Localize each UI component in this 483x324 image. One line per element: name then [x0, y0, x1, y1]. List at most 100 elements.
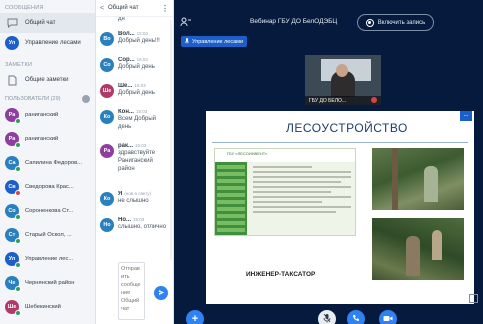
user-list-item[interactable]: Со Сороненкова Ст... [0, 199, 95, 223]
user-list-item[interactable]: Ра раниганский [0, 103, 95, 127]
notes-section-title: ЗАМЕТКИ [5, 62, 33, 68]
website-name: ГБУ «ЛЕСОИНВЕНТ» [227, 151, 268, 156]
back-icon[interactable]: < [100, 5, 108, 12]
user-list-item[interactable]: Ул Управление лес... [0, 247, 95, 271]
phone-icon [352, 314, 360, 324]
user-name: Шебекинский [25, 304, 61, 310]
avatar: Ше [5, 300, 21, 316]
avatar-initials: Са [8, 160, 16, 166]
forester-figure [424, 166, 438, 202]
record-icon [365, 18, 374, 27]
message-text: дя [118, 17, 125, 22]
status-indicator [15, 166, 21, 172]
microphone-icon [323, 313, 331, 324]
avatar: Но [100, 218, 114, 232]
chat-message: дя [100, 17, 172, 30]
users-icon[interactable] [180, 17, 194, 27]
status-indicator [15, 190, 21, 196]
forest-photo [372, 148, 464, 210]
avatar-initials: Ул [8, 40, 16, 46]
webcam-name: ГБУ ДО БЕЛО... [309, 97, 347, 104]
message-text: не слышно [118, 198, 149, 204]
message-time: 15:03 [134, 83, 146, 88]
avatar-initials: Св [8, 184, 16, 190]
chat-message: Ко Кон... 15:03 Всем Добрый день [100, 109, 172, 131]
chat-message: Со Сор... 15:03 Добрый день [100, 57, 172, 72]
avatar: Ул [5, 252, 21, 268]
chat-message-input[interactable] [118, 262, 145, 320]
chat-scrollbar[interactable] [170, 20, 172, 260]
microphone-button[interactable] [318, 310, 336, 324]
record-label: Включить запись [377, 19, 426, 26]
user-list-item[interactable]: Са Сапилина Федоров... [0, 151, 95, 175]
avatar-initials: Ко [103, 114, 111, 120]
avatar-initials: Со [8, 208, 16, 214]
avatar-initials: Ра [103, 148, 111, 154]
more-options-icon[interactable]: ⋮ [161, 4, 169, 13]
webcam-person-head [336, 64, 348, 77]
status-indicator [15, 214, 21, 220]
tree-trunk [392, 148, 398, 210]
avatar-initials: Ст [8, 232, 16, 238]
slide-title: ЛЕСОУСТРОЙСТВО [286, 121, 408, 135]
message-body: дя [118, 17, 170, 30]
message-body: Кон... 15:03 Всем Добрый день [118, 109, 170, 131]
message-time: (нов а свету) [124, 191, 151, 196]
sidebar-item-label: Общие заметки [25, 77, 69, 83]
message-body: Я (нов а свету) не слышно [118, 191, 170, 206]
avatar: Че [5, 276, 21, 292]
send-icon [158, 289, 165, 298]
message-time: 15:03 [136, 31, 148, 36]
start-recording-button[interactable]: Включить запись [357, 14, 434, 31]
fullscreen-icon[interactable] [469, 294, 478, 303]
actions-button[interactable]: + [186, 310, 204, 324]
gear-icon[interactable] [82, 95, 90, 103]
avatar-initials: Ра [8, 112, 16, 118]
users-section-header: ПОЛЬЗОВАТЕЛИ (29) [0, 90, 95, 103]
messages-section-title: СООБЩЕНИЯ [5, 5, 44, 11]
status-indicator [15, 142, 21, 148]
sidebar-item-label: Управление лесами [25, 40, 81, 46]
chat-bubble-icon [5, 16, 19, 30]
status-indicator [15, 286, 21, 292]
presentation-slide: ЛЕСОУСТРОЙСТВО ... ГБУ «ЛЕСОИНВЕНТ» ИНЖЕ… [206, 111, 474, 304]
leave-audio-button[interactable] [347, 310, 365, 324]
website-header: ГБУ «ЛЕСОИНВЕНТ» [215, 149, 355, 162]
website-sidebar [215, 162, 247, 235]
presenter-badge-label: Управление лесами [192, 38, 244, 45]
avatar: Ст [5, 228, 21, 244]
message-text: здравствуйте Раниганский район [118, 150, 156, 172]
camera-button[interactable] [379, 310, 397, 324]
user-list-item[interactable]: Че Чернянский район [0, 271, 95, 295]
chat-message: Ше Ше... 15:03 Добрый день [100, 83, 172, 98]
status-indicator [15, 262, 21, 268]
sidebar: СООБЩЕНИЯ Общий чат Ул Управление лесами… [0, 0, 96, 324]
send-button[interactable] [154, 286, 168, 300]
user-list: Ра раниганский Ра раниганский Са Сапилина Фед… [0, 103, 95, 319]
webcam-tile[interactable]: ГБУ ДО БЕЛО... [305, 55, 381, 105]
presenter-badge: Управление лесами [181, 36, 248, 47]
slide-options-button[interactable]: ... [460, 111, 472, 121]
meeting-stage: Вебинар ГБУ ДО БелОДЭБЦ Включить запись … [174, 0, 483, 324]
chat-title: Общий чат [108, 5, 139, 11]
message-body: Ше... 15:03 Добрый день [118, 83, 170, 98]
muted-microphone-icon [371, 97, 377, 103]
notes-icon [5, 73, 19, 87]
user-list-item[interactable]: Ра раниганский [0, 127, 95, 151]
sidebar-item-shared-notes[interactable]: Общие заметки [0, 70, 95, 90]
user-list-item[interactable]: Ше Шебекинский [0, 295, 95, 319]
user-list-item[interactable]: Св Сведорова Крас... [0, 175, 95, 199]
forester-figure [406, 236, 420, 276]
user-name: Сапилина Федоров... [25, 160, 82, 166]
user-name: Сведорова Крас... [25, 184, 74, 190]
sidebar-item-public-chat[interactable]: Общий чат [0, 13, 95, 33]
sidebar-item-room[interactable]: Ул Управление лесами [0, 33, 95, 53]
user-name: Старый Оскол, ... [25, 232, 72, 238]
avatar: Во [100, 32, 114, 46]
avatar: Со [5, 204, 21, 220]
webcam-name-bar: ГБУ ДО БЕЛО... [305, 96, 381, 105]
avatar-initials: Ул [8, 256, 16, 262]
user-list-item[interactable]: Ст Старый Оскол, ... [0, 223, 95, 247]
sidebar-item-label: Общий чат [25, 20, 56, 26]
message-time: 15:03 [133, 217, 145, 222]
